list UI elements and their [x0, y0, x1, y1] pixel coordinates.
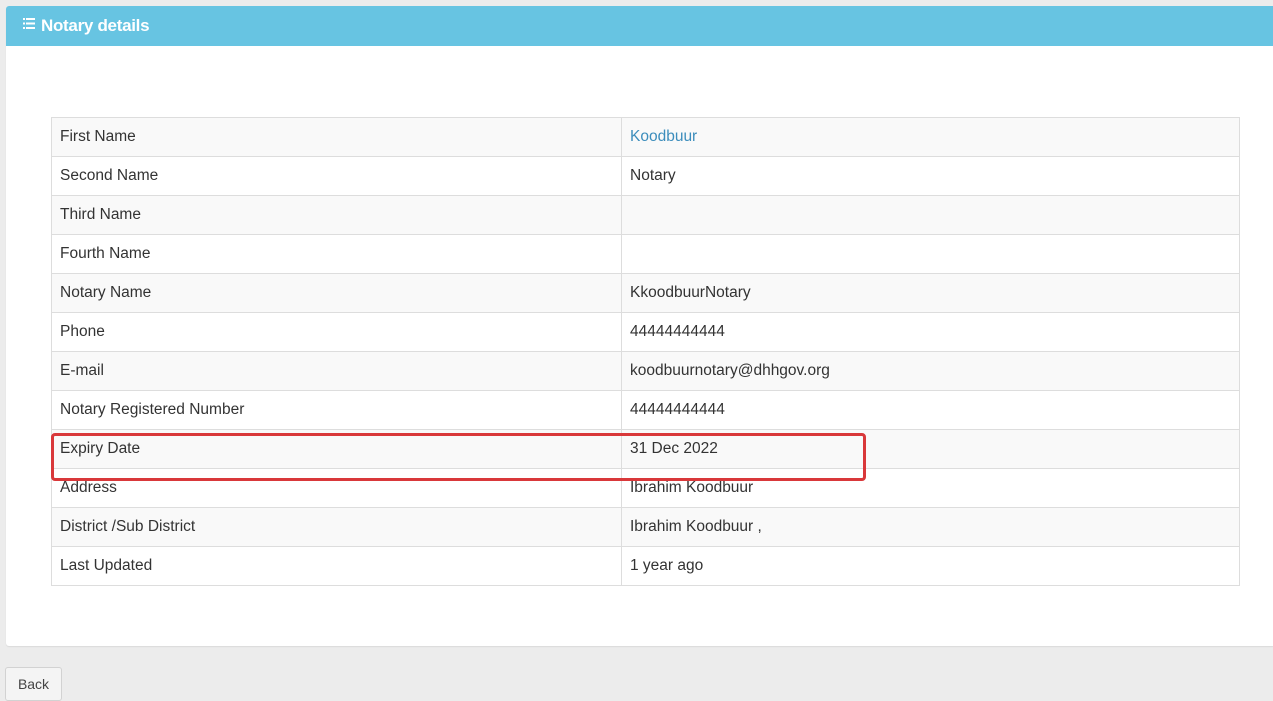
label-expiry-date: Expiry Date: [51, 429, 622, 469]
value-address: Ibrahim Koodbuur: [621, 468, 1240, 508]
row-first-name: First Name Koodbuur: [51, 117, 1240, 157]
row-address: Address Ibrahim Koodbuur: [51, 468, 1240, 508]
row-expiry-date: Expiry Date 31 Dec 2022: [51, 429, 1240, 469]
value-third-name: [621, 195, 1240, 235]
label-email: E-mail: [51, 351, 622, 391]
label-third-name: Third Name: [51, 195, 622, 235]
value-first-name: Koodbuur: [621, 117, 1240, 157]
row-third-name: Third Name: [51, 195, 1240, 235]
value-expiry-date: 31 Dec 2022: [621, 429, 1240, 469]
row-registered-number: Notary Registered Number 44444444444: [51, 390, 1240, 430]
value-registered-number: 44444444444: [621, 390, 1240, 430]
label-notary-name: Notary Name: [51, 273, 622, 313]
label-last-updated: Last Updated: [51, 546, 622, 586]
value-last-updated: 1 year ago: [621, 546, 1240, 586]
row-phone: Phone 44444444444: [51, 312, 1240, 352]
label-address: Address: [51, 468, 622, 508]
back-button[interactable]: Back: [5, 667, 62, 701]
row-notary-name: Notary Name KkoodbuurNotary: [51, 273, 1240, 313]
row-email: E-mail koodbuurnotary@dhhgov.org: [51, 351, 1240, 391]
value-second-name: Notary: [621, 156, 1240, 196]
label-first-name: First Name: [51, 117, 622, 157]
panel-title: Notary details: [41, 16, 150, 35]
label-district: District /Sub District: [51, 507, 622, 547]
label-second-name: Second Name: [51, 156, 622, 196]
row-district: District /Sub District Ibrahim Koodbuur …: [51, 507, 1240, 547]
notary-details-table: First Name Koodbuur Second Name Notary T…: [51, 117, 1240, 586]
value-phone: 44444444444: [621, 312, 1240, 352]
value-fourth-name: [621, 234, 1240, 274]
value-email: koodbuurnotary@dhhgov.org: [621, 351, 1240, 391]
value-district: Ibrahim Koodbuur ,: [621, 507, 1240, 547]
panel-header: Notary details: [6, 6, 1273, 46]
label-registered-number: Notary Registered Number: [51, 390, 622, 430]
list-icon: [23, 17, 35, 29]
label-phone: Phone: [51, 312, 622, 352]
notary-details-panel: Notary details First Name Koodbuur Secon…: [6, 6, 1273, 646]
label-fourth-name: Fourth Name: [51, 234, 622, 274]
row-fourth-name: Fourth Name: [51, 234, 1240, 274]
row-last-updated: Last Updated 1 year ago: [51, 546, 1240, 586]
first-name-link[interactable]: Koodbuur: [630, 128, 697, 145]
value-notary-name: KkoodbuurNotary: [621, 273, 1240, 313]
row-second-name: Second Name Notary: [51, 156, 1240, 196]
